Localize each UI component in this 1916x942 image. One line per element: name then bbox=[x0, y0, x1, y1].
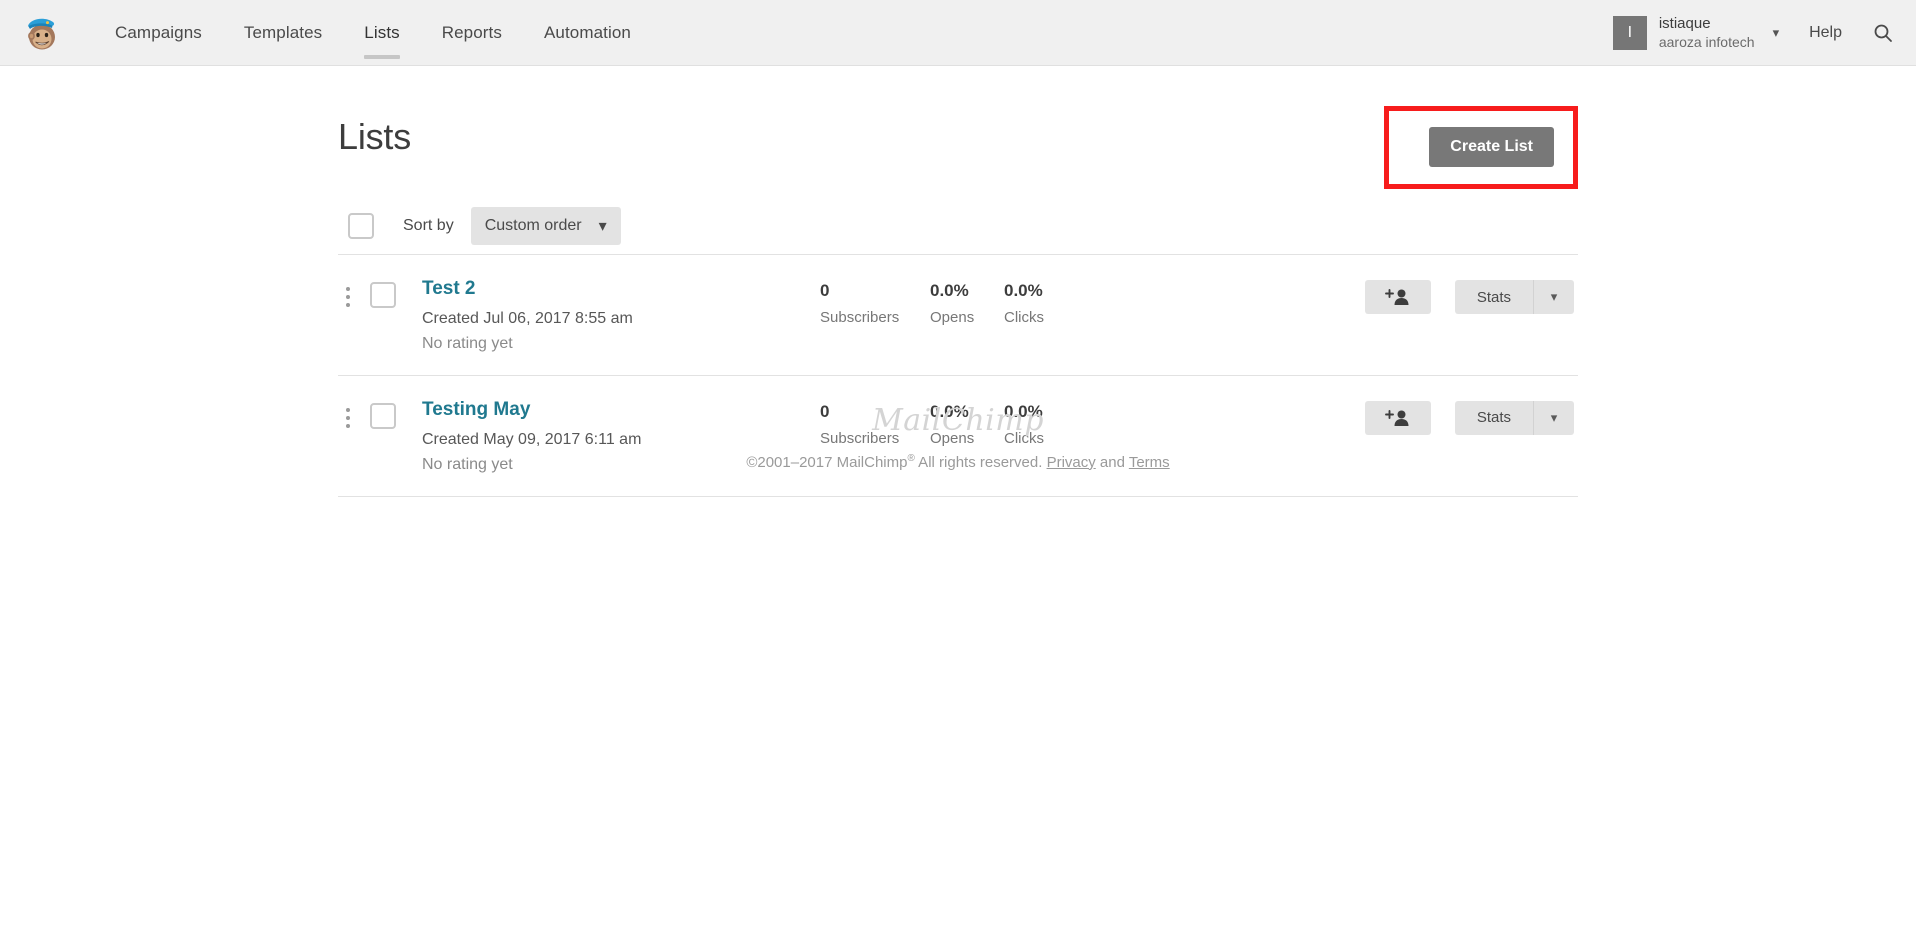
create-list-button[interactable]: Create List bbox=[1429, 127, 1554, 167]
page-header: Lists Create List bbox=[338, 106, 1578, 198]
list-name-link[interactable]: Test 2 bbox=[422, 278, 476, 301]
stat-opens-value: 0.0% bbox=[930, 281, 1004, 301]
select-all-checkbox[interactable] bbox=[348, 213, 374, 239]
stat-clicks-value: 0.0% bbox=[1004, 281, 1078, 301]
nav-right-cluster: I istiaque aaroza infotech ▾ Help bbox=[1613, 0, 1916, 66]
nav-item-campaigns[interactable]: Campaigns bbox=[94, 0, 223, 66]
registered-trademark-mark: ® bbox=[907, 453, 914, 464]
add-person-icon[interactable] bbox=[1365, 280, 1431, 314]
primary-nav: Campaigns Templates Lists Reports Automa… bbox=[94, 0, 652, 66]
stats-dropdown-chevron-down-icon[interactable]: ▾ bbox=[1533, 280, 1574, 314]
nav-item-reports[interactable]: Reports bbox=[421, 0, 523, 66]
stat-clicks-label: Clicks bbox=[1004, 309, 1078, 326]
nav-item-templates[interactable]: Templates bbox=[223, 0, 343, 66]
top-navigation-bar: Campaigns Templates Lists Reports Automa… bbox=[0, 0, 1916, 66]
stat-opens-label: Opens bbox=[930, 309, 1004, 326]
sort-by-label: Sort by bbox=[403, 217, 454, 235]
list-rating: No rating yet bbox=[422, 335, 820, 353]
list-created-date: Created Jul 06, 2017 8:55 am bbox=[422, 310, 820, 328]
stat-subscribers-label: Subscribers bbox=[820, 309, 930, 326]
copyright-suffix: All rights reserved. bbox=[915, 454, 1047, 471]
terms-link[interactable]: Terms bbox=[1129, 454, 1170, 471]
nav-item-lists[interactable]: Lists bbox=[343, 0, 420, 66]
privacy-link[interactable]: Privacy bbox=[1047, 454, 1096, 471]
conjunction-text: and bbox=[1096, 454, 1129, 471]
row-checkbox[interactable] bbox=[370, 282, 396, 308]
help-link[interactable]: Help bbox=[1809, 24, 1842, 42]
page-content: Lists Create List Sort by Custom order ▾… bbox=[338, 66, 1578, 497]
row-actions: Stats ▾ bbox=[1365, 278, 1578, 314]
chevron-down-icon: ▾ bbox=[599, 216, 607, 236]
mailchimp-freddie-logo-icon[interactable] bbox=[14, 13, 70, 53]
stats-button[interactable]: Stats bbox=[1455, 280, 1533, 314]
list-info: Test 2 Created Jul 06, 2017 8:55 am No r… bbox=[422, 278, 820, 353]
copyright-text: ©2001–2017 MailChimp® All rights reserve… bbox=[338, 453, 1578, 471]
stat-subscribers: 0 Subscribers bbox=[820, 278, 930, 326]
stat-clicks: 0.0% Clicks bbox=[1004, 278, 1078, 326]
sort-order-dropdown[interactable]: Custom order ▾ bbox=[471, 207, 621, 245]
page-title: Lists bbox=[338, 106, 411, 158]
sort-order-value: Custom order bbox=[485, 217, 582, 235]
avatar: I bbox=[1613, 16, 1647, 50]
page-footer: MailChimp ©2001–2017 MailChimp® All righ… bbox=[338, 403, 1578, 471]
stat-subscribers-value: 0 bbox=[820, 281, 930, 301]
account-username: istiaque bbox=[1659, 15, 1755, 34]
create-list-highlight-region: Create List bbox=[1384, 106, 1578, 189]
stat-opens: 0.0% Opens bbox=[930, 278, 1004, 326]
account-organization: aaroza infotech bbox=[1659, 34, 1755, 52]
search-icon[interactable] bbox=[1868, 18, 1898, 48]
list-toolbar: Sort by Custom order ▾ bbox=[338, 198, 1578, 254]
table-row[interactable]: Test 2 Created Jul 06, 2017 8:55 am No r… bbox=[338, 255, 1578, 376]
stats-split-button: Stats ▾ bbox=[1455, 280, 1574, 314]
kebab-menu-icon[interactable] bbox=[338, 278, 358, 307]
copyright-prefix: ©2001–2017 MailChimp bbox=[746, 454, 907, 471]
nav-item-automation[interactable]: Automation bbox=[523, 0, 652, 66]
mailchimp-wordmark: MailChimp bbox=[338, 403, 1578, 438]
account-menu[interactable]: I istiaque aaroza infotech ▾ bbox=[1613, 15, 1785, 51]
chevron-down-icon: ▾ bbox=[1773, 25, 1780, 41]
